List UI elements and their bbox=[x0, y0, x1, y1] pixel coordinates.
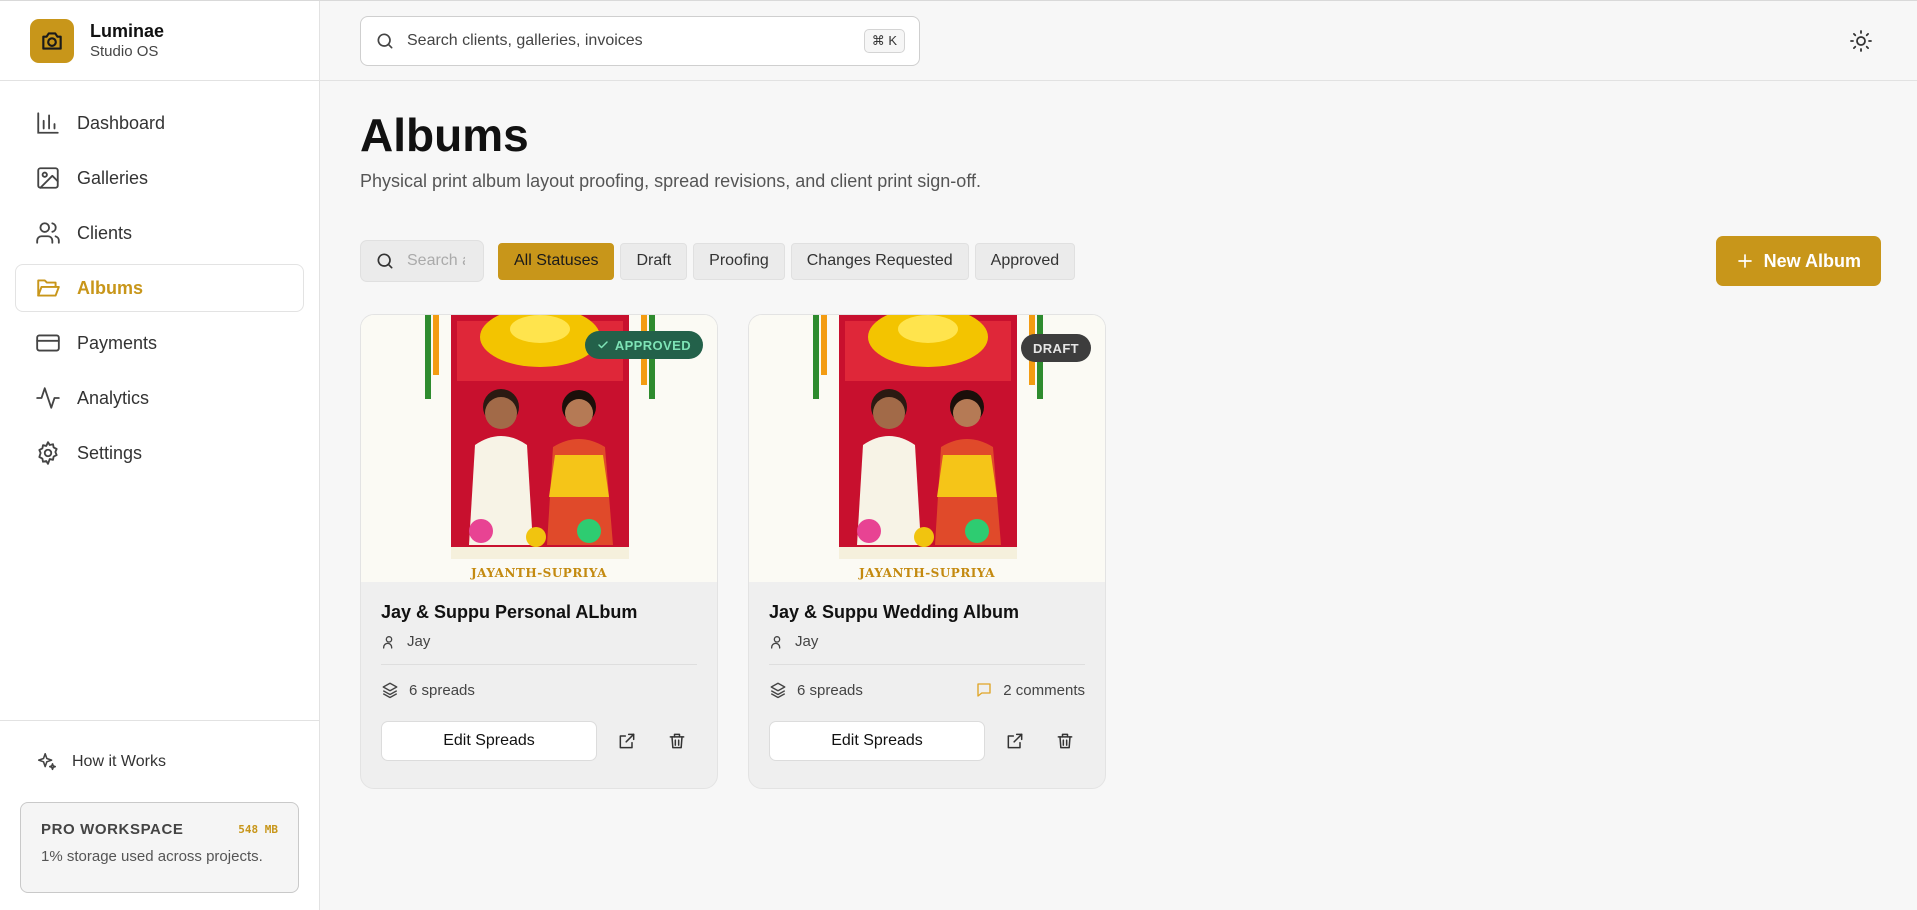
main-content: Albums Physical print album layout proof… bbox=[360, 81, 1881, 789]
sidebar-item-label: Analytics bbox=[77, 387, 150, 408]
album-title: Jay & Suppu Personal ALbum bbox=[381, 602, 638, 622]
album-search-placeholder: Search albums bbox=[407, 252, 465, 269]
edit-spreads-button[interactable]: Edit Spreads bbox=[769, 721, 985, 761]
sidebar-footer: How it Works PRO WORKSPACE 548 MB 1% sto… bbox=[0, 720, 319, 910]
status-badge: APPROVED bbox=[584, 331, 703, 359]
sun-icon bbox=[1849, 29, 1873, 53]
album-client: Jay bbox=[381, 633, 697, 650]
client-name: Jay bbox=[407, 633, 431, 650]
folder-open-icon bbox=[34, 274, 62, 302]
message-icon bbox=[975, 681, 1003, 699]
layers-icon bbox=[381, 681, 409, 699]
delete-album-button[interactable] bbox=[657, 721, 697, 761]
card-divider bbox=[769, 664, 1085, 665]
sidebar-item-settings[interactable]: Settings bbox=[15, 429, 304, 477]
cover-caption: JAYANTH-SUPRIYA bbox=[858, 566, 996, 580]
filter-all-statuses[interactable]: All Statuses bbox=[498, 242, 615, 280]
sidebar-item-albums[interactable]: Albums bbox=[15, 264, 304, 312]
delete-album-button[interactable] bbox=[1045, 721, 1085, 761]
activity-icon bbox=[34, 384, 62, 412]
theme-toggle-button[interactable] bbox=[1849, 29, 1873, 53]
album-title: Jay & Suppu Wedding Album bbox=[769, 602, 1020, 622]
album-cover-image: JAYANTH-SUPRIYA APPROVED bbox=[361, 315, 717, 582]
filter-approved[interactable]: Approved bbox=[974, 242, 1076, 280]
keyboard-shortcut-badge: ⌘ K bbox=[863, 29, 905, 53]
album-grid: JAYANTH-SUPRIYA APPROVED Jay & Suppu Per… bbox=[360, 314, 1881, 789]
album-toolbar: Search albums All Statuses Draft Proofin… bbox=[360, 236, 1881, 286]
page-title: Albums bbox=[360, 109, 529, 161]
how-it-works-label: How it Works bbox=[72, 753, 166, 770]
sidebar-item-clients[interactable]: Clients bbox=[15, 209, 304, 257]
users-icon bbox=[34, 219, 62, 247]
workspace-title: PRO WORKSPACE bbox=[41, 821, 184, 838]
check-icon bbox=[597, 339, 615, 351]
workspace-storage-card: PRO WORKSPACE 548 MB 1% storage used acr… bbox=[20, 802, 299, 893]
sidebar-item-label: Settings bbox=[77, 442, 143, 463]
user-icon bbox=[769, 634, 795, 650]
sidebar-item-label: Albums bbox=[77, 277, 144, 298]
client-name: Jay bbox=[795, 633, 819, 650]
external-link-icon bbox=[1005, 731, 1025, 751]
comment-count-label: 2 comments bbox=[1003, 681, 1085, 699]
topbar: Search clients, galleries, invoices ⌘ K bbox=[320, 1, 1917, 81]
filter-draft[interactable]: Draft bbox=[620, 242, 688, 280]
image-icon bbox=[34, 164, 62, 192]
album-client: Jay bbox=[769, 633, 1085, 650]
storage-size: 548 MB bbox=[238, 823, 278, 836]
user-icon bbox=[381, 634, 407, 650]
album-cover-image: JAYANTH-SUPRIYA DRAFT bbox=[749, 315, 1105, 582]
global-search-input[interactable]: Search clients, galleries, invoices ⌘ K bbox=[360, 16, 920, 66]
edit-spreads-button[interactable]: Edit Spreads bbox=[381, 721, 597, 761]
sidebar-item-label: Galleries bbox=[77, 167, 149, 188]
trash-icon bbox=[1055, 731, 1075, 751]
spread-count: 6 spreads bbox=[769, 681, 863, 699]
open-external-button[interactable] bbox=[607, 721, 647, 761]
camera-icon bbox=[30, 18, 74, 63]
brand-name: Luminae bbox=[90, 20, 165, 41]
search-icon bbox=[375, 251, 395, 271]
storage-description: 1% storage used across projects. bbox=[41, 848, 263, 865]
sidebar-item-dashboard[interactable]: Dashboard bbox=[15, 99, 304, 147]
sidebar-item-analytics[interactable]: Analytics bbox=[15, 374, 304, 422]
status-badge: DRAFT bbox=[1020, 334, 1091, 362]
gear-icon bbox=[34, 439, 62, 467]
plus-icon bbox=[1736, 252, 1764, 270]
layers-icon bbox=[769, 681, 797, 699]
how-it-works-link[interactable]: How it Works bbox=[0, 721, 319, 773]
credit-card-icon bbox=[34, 329, 62, 357]
sidebar-item-label: Clients bbox=[77, 222, 133, 243]
brand[interactable]: Luminae Studio OS bbox=[0, 1, 319, 81]
sidebar: Luminae Studio OS Dashboard Galleries Cl… bbox=[0, 1, 320, 910]
filter-proofing[interactable]: Proofing bbox=[693, 242, 785, 280]
brand-subtitle: Studio OS bbox=[90, 42, 159, 60]
spread-count-label: 6 spreads bbox=[409, 681, 475, 699]
sidebar-item-galleries[interactable]: Galleries bbox=[15, 154, 304, 202]
comment-count[interactable]: 2 comments bbox=[975, 681, 1085, 699]
sidebar-item-label: Payments bbox=[77, 332, 158, 353]
spread-count: 6 spreads bbox=[381, 681, 475, 699]
trash-icon bbox=[667, 731, 687, 751]
external-link-icon bbox=[617, 731, 637, 751]
open-external-button[interactable] bbox=[995, 721, 1035, 761]
sidebar-nav: Dashboard Galleries Clients Albums Payme… bbox=[0, 81, 319, 477]
album-search-input[interactable]: Search albums bbox=[360, 240, 484, 282]
status-label: DRAFT bbox=[1032, 340, 1079, 356]
new-album-button[interactable]: New Album bbox=[1715, 236, 1881, 286]
bar-chart-icon bbox=[34, 109, 62, 137]
album-card[interactable]: JAYANTH-SUPRIYA DRAFT Jay & Suppu Weddin… bbox=[748, 314, 1106, 789]
filter-changes-requested[interactable]: Changes Requested bbox=[790, 242, 969, 280]
new-album-label: New Album bbox=[1763, 250, 1861, 271]
search-icon bbox=[375, 31, 395, 51]
search-placeholder: Search clients, galleries, invoices bbox=[407, 32, 643, 49]
album-card[interactable]: JAYANTH-SUPRIYA APPROVED Jay & Suppu Per… bbox=[360, 314, 718, 789]
spread-count-label: 6 spreads bbox=[797, 681, 863, 699]
status-label: APPROVED bbox=[614, 337, 691, 353]
sidebar-item-payments[interactable]: Payments bbox=[15, 319, 304, 367]
cover-caption: JAYANTH-SUPRIYA bbox=[470, 566, 608, 580]
sparkles-icon bbox=[36, 751, 58, 773]
card-divider bbox=[381, 664, 697, 665]
sidebar-item-label: Dashboard bbox=[77, 112, 166, 133]
page-subtitle: Physical print album layout proofing, sp… bbox=[360, 171, 981, 191]
